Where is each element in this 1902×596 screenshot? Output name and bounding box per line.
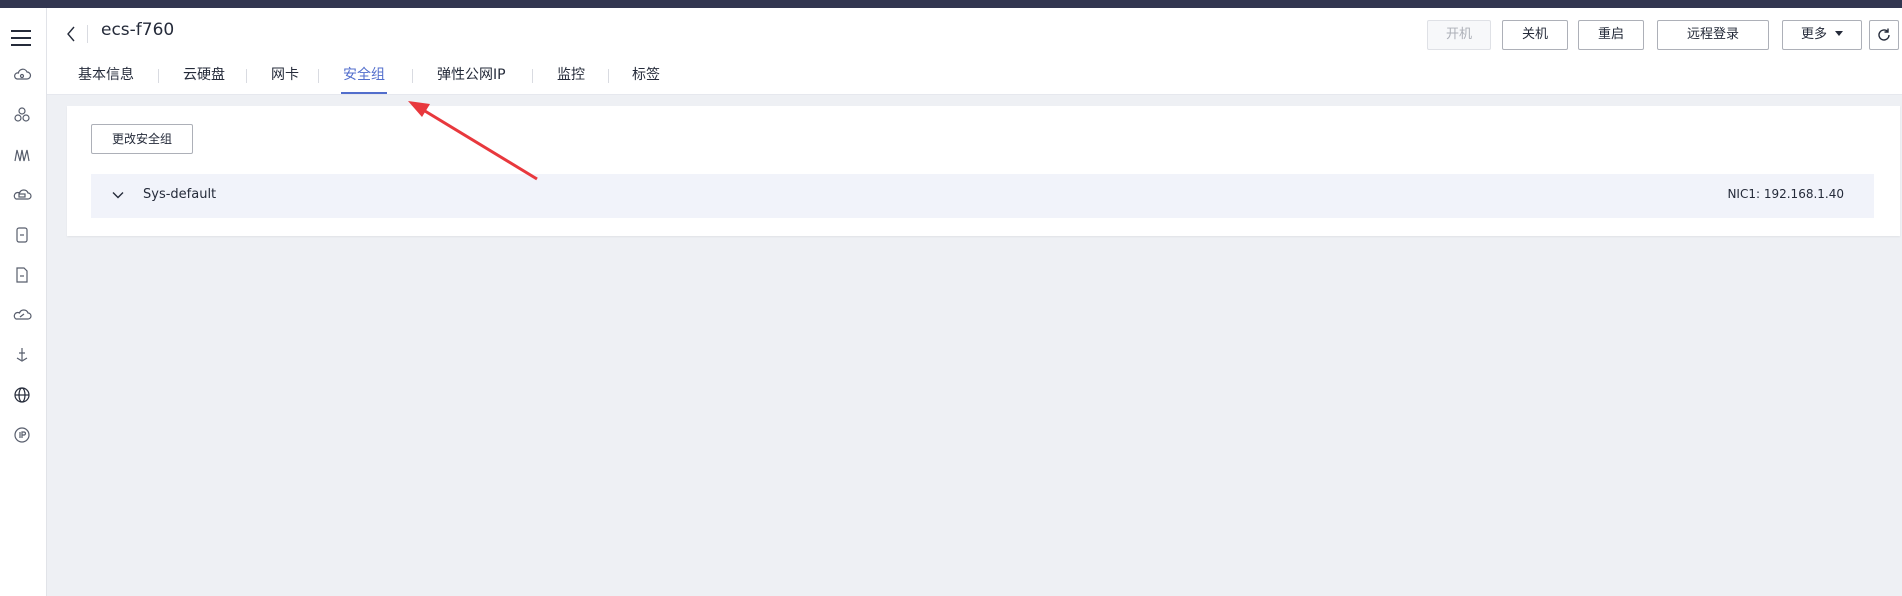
tab-divider <box>532 69 533 83</box>
cloud-server-icon[interactable] <box>12 65 32 85</box>
caret-down-icon <box>1835 31 1843 36</box>
cluster-icon[interactable] <box>12 105 32 125</box>
security-group-row[interactable]: Sys-default NIC1: 192.168.1.40 <box>91 174 1874 218</box>
tab-security-group[interactable]: 安全组 <box>341 64 387 94</box>
tab-eip[interactable]: 弹性公网IP <box>437 64 506 94</box>
database-icon[interactable] <box>12 225 32 245</box>
sidebar <box>0 8 47 596</box>
title-divider <box>87 25 88 43</box>
cloud-link-icon[interactable] <box>12 305 32 325</box>
restart-button[interactable]: 重启 <box>1578 20 1644 50</box>
network-icon[interactable] <box>12 145 32 165</box>
cloud-disk-icon[interactable] <box>12 185 32 205</box>
tab-bar: 基本信息 云硬盘 网卡 安全组 弹性公网IP 监控 标签 <box>47 64 847 94</box>
document-icon[interactable] <box>12 265 32 285</box>
refresh-icon <box>1878 28 1890 41</box>
tab-nic[interactable]: 网卡 <box>271 64 299 94</box>
security-group-card: 更改安全组 Sys-default NIC1: 192.168.1.40 <box>67 106 1900 236</box>
tab-divider <box>246 69 247 83</box>
chevron-down-icon[interactable] <box>111 188 125 202</box>
page-title: ecs-f760 <box>101 20 175 40</box>
back-icon[interactable] <box>63 22 79 46</box>
start-button[interactable]: 开机 <box>1427 20 1491 50</box>
more-button[interactable]: 更多 <box>1782 20 1862 50</box>
tab-monitoring[interactable]: 监控 <box>557 64 585 94</box>
globe-icon[interactable] <box>12 385 32 405</box>
tab-divider <box>318 69 319 83</box>
tab-divider <box>412 69 413 83</box>
ip-icon[interactable] <box>12 425 32 445</box>
tab-basic-info[interactable]: 基本信息 <box>78 64 134 94</box>
ship-icon[interactable] <box>12 345 32 365</box>
tab-divider <box>608 69 609 83</box>
tab-cloud-disk[interactable]: 云硬盘 <box>183 64 225 94</box>
nic-address: NIC1: 192.168.1.40 <box>1727 187 1844 201</box>
tab-tags[interactable]: 标签 <box>632 64 660 94</box>
tab-divider <box>158 69 159 83</box>
shutdown-button[interactable]: 关机 <box>1502 20 1568 50</box>
remote-login-button[interactable]: 远程登录 <box>1657 20 1769 50</box>
page-header: ecs-f760 开机 关机 重启 远程登录 更多 基本信息 云硬盘 网卡 安全… <box>47 8 1902 95</box>
refresh-button[interactable] <box>1869 20 1899 50</box>
change-security-group-button[interactable]: 更改安全组 <box>91 124 193 154</box>
security-group-name: Sys-default <box>143 187 217 202</box>
top-bar <box>0 0 1902 8</box>
menu-icon[interactable] <box>11 30 31 48</box>
more-label: 更多 <box>1800 27 1827 42</box>
